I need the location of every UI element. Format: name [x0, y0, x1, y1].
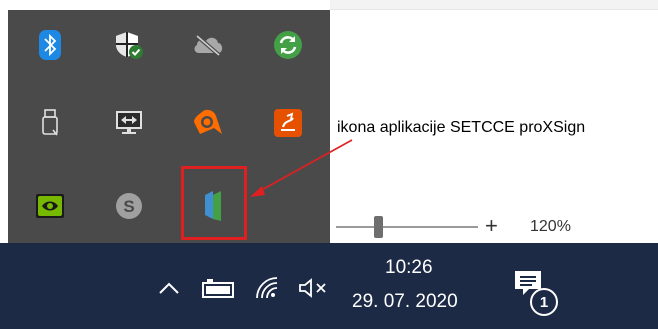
clock-time[interactable]: 10:26 [385, 257, 433, 279]
annotation-label: ikona aplikacije SETCCE proXSign [337, 119, 586, 136]
notification-count-badge: 1 [530, 288, 558, 316]
wifi-icon[interactable] [250, 271, 284, 303]
taskbar: 10:26 29. 07. 2020 1 [0, 243, 658, 329]
volume-muted-icon[interactable] [294, 273, 334, 303]
clock-date[interactable]: 29. 07. 2020 [352, 291, 458, 313]
battery-icon[interactable] [198, 273, 238, 303]
show-hidden-icons-chevron-icon[interactable] [154, 273, 184, 303]
